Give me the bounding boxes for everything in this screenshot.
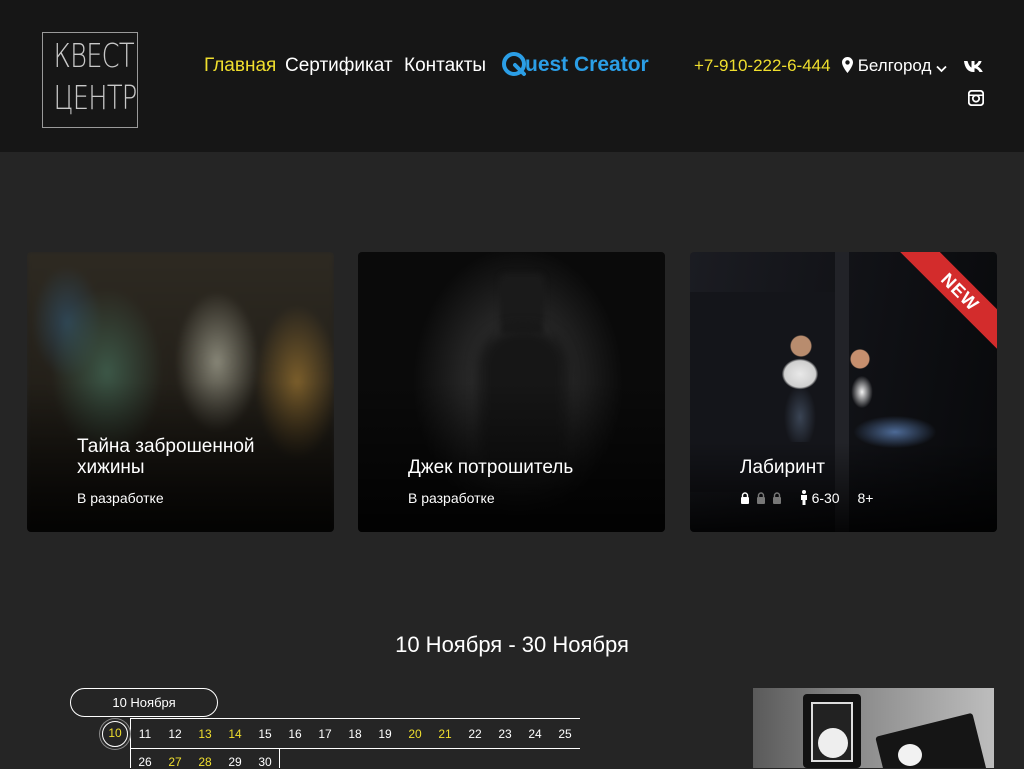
city-label: Белгород [857, 56, 932, 75]
calendar-day[interactable]: 26 [130, 755, 160, 769]
quest-card-title: Лабиринт [740, 457, 825, 478]
quest-card-labyrinth[interactable]: NEW Лабиринт 6-30 8+ [690, 252, 997, 532]
calendar-day[interactable]: 16 [280, 727, 310, 741]
calendar-day[interactable]: 17 [310, 727, 340, 741]
calendar-day[interactable]: 15 [250, 727, 280, 741]
calendar-day[interactable]: 24 [520, 727, 550, 741]
calendar-divider [130, 718, 580, 719]
calendar-day[interactable]: 28 [190, 755, 220, 769]
site-logo[interactable]: КВЕСТ ЦЕНТР [42, 32, 138, 128]
lock-icon [772, 492, 781, 504]
quest-card-hut[interactable]: Тайна заброшенной хижины В разработке [27, 252, 334, 532]
calendar-day-today[interactable]: 10 [102, 721, 128, 747]
calendar-day[interactable]: 27 [160, 755, 190, 769]
logo-line-2: ЦЕНТР [53, 78, 138, 117]
nav-contacts[interactable]: Контакты [404, 55, 486, 77]
logo-line-1: КВЕСТ [53, 36, 135, 75]
quest-card-title: Джек потрошитель [408, 457, 574, 478]
quest-card-jack[interactable]: Джек потрошитель В разработке [358, 252, 665, 532]
quest-card-title: Тайна заброшенной хижины [77, 436, 255, 478]
city-selector[interactable]: Белгород [842, 56, 947, 76]
quest-creator-label: uest Creator [525, 53, 649, 76]
vk-icon[interactable] [963, 60, 985, 73]
lock-icon [741, 492, 749, 504]
calendar-day[interactable]: 22 [460, 727, 490, 741]
calendar-day[interactable]: 13 [190, 727, 220, 741]
chevron-down-icon [936, 65, 947, 73]
promo-image[interactable] [753, 688, 994, 768]
site-header: КВЕСТ ЦЕНТР Главная Сертификат Контакты … [0, 0, 1024, 152]
calendar-month-label[interactable]: 10 Ноября [70, 688, 218, 717]
calendar-day[interactable]: 12 [160, 727, 190, 741]
phone-link[interactable]: +7-910-222-6-444 [694, 56, 831, 76]
lock-icon [756, 492, 765, 504]
quest-card-status: В разработке [77, 490, 164, 506]
quest-age: 8+ [857, 490, 874, 506]
map-pin-icon [842, 57, 853, 73]
calendar-day[interactable]: 11 [130, 727, 160, 741]
schedule-range: 10 Ноября - 30 Ноября [395, 632, 629, 657]
calendar-day[interactable]: 20 [400, 727, 430, 741]
calendar-day[interactable]: 21 [430, 727, 460, 741]
quest-players: 6-30 [811, 490, 840, 506]
calendar-day[interactable]: 18 [340, 727, 370, 741]
calendar-day[interactable]: 19 [370, 727, 400, 741]
person-icon [800, 490, 807, 505]
calendar-day[interactable]: 14 [220, 727, 250, 741]
calendar-day[interactable]: 23 [490, 727, 520, 741]
nav-certificate[interactable]: Сертификат [285, 55, 393, 77]
nav-home[interactable]: Главная [204, 55, 276, 77]
calendar-day[interactable]: 25 [550, 727, 580, 741]
quest-card-meta: 6-30 8+ [740, 490, 873, 506]
quest-creator-logo-icon [502, 52, 526, 76]
calendar-day[interactable]: 30 [250, 755, 280, 769]
quest-card-status: В разработке [408, 490, 495, 506]
instagram-icon[interactable] [968, 90, 984, 106]
calendar-day[interactable]: 29 [220, 755, 250, 769]
calendar-divider [130, 748, 580, 749]
